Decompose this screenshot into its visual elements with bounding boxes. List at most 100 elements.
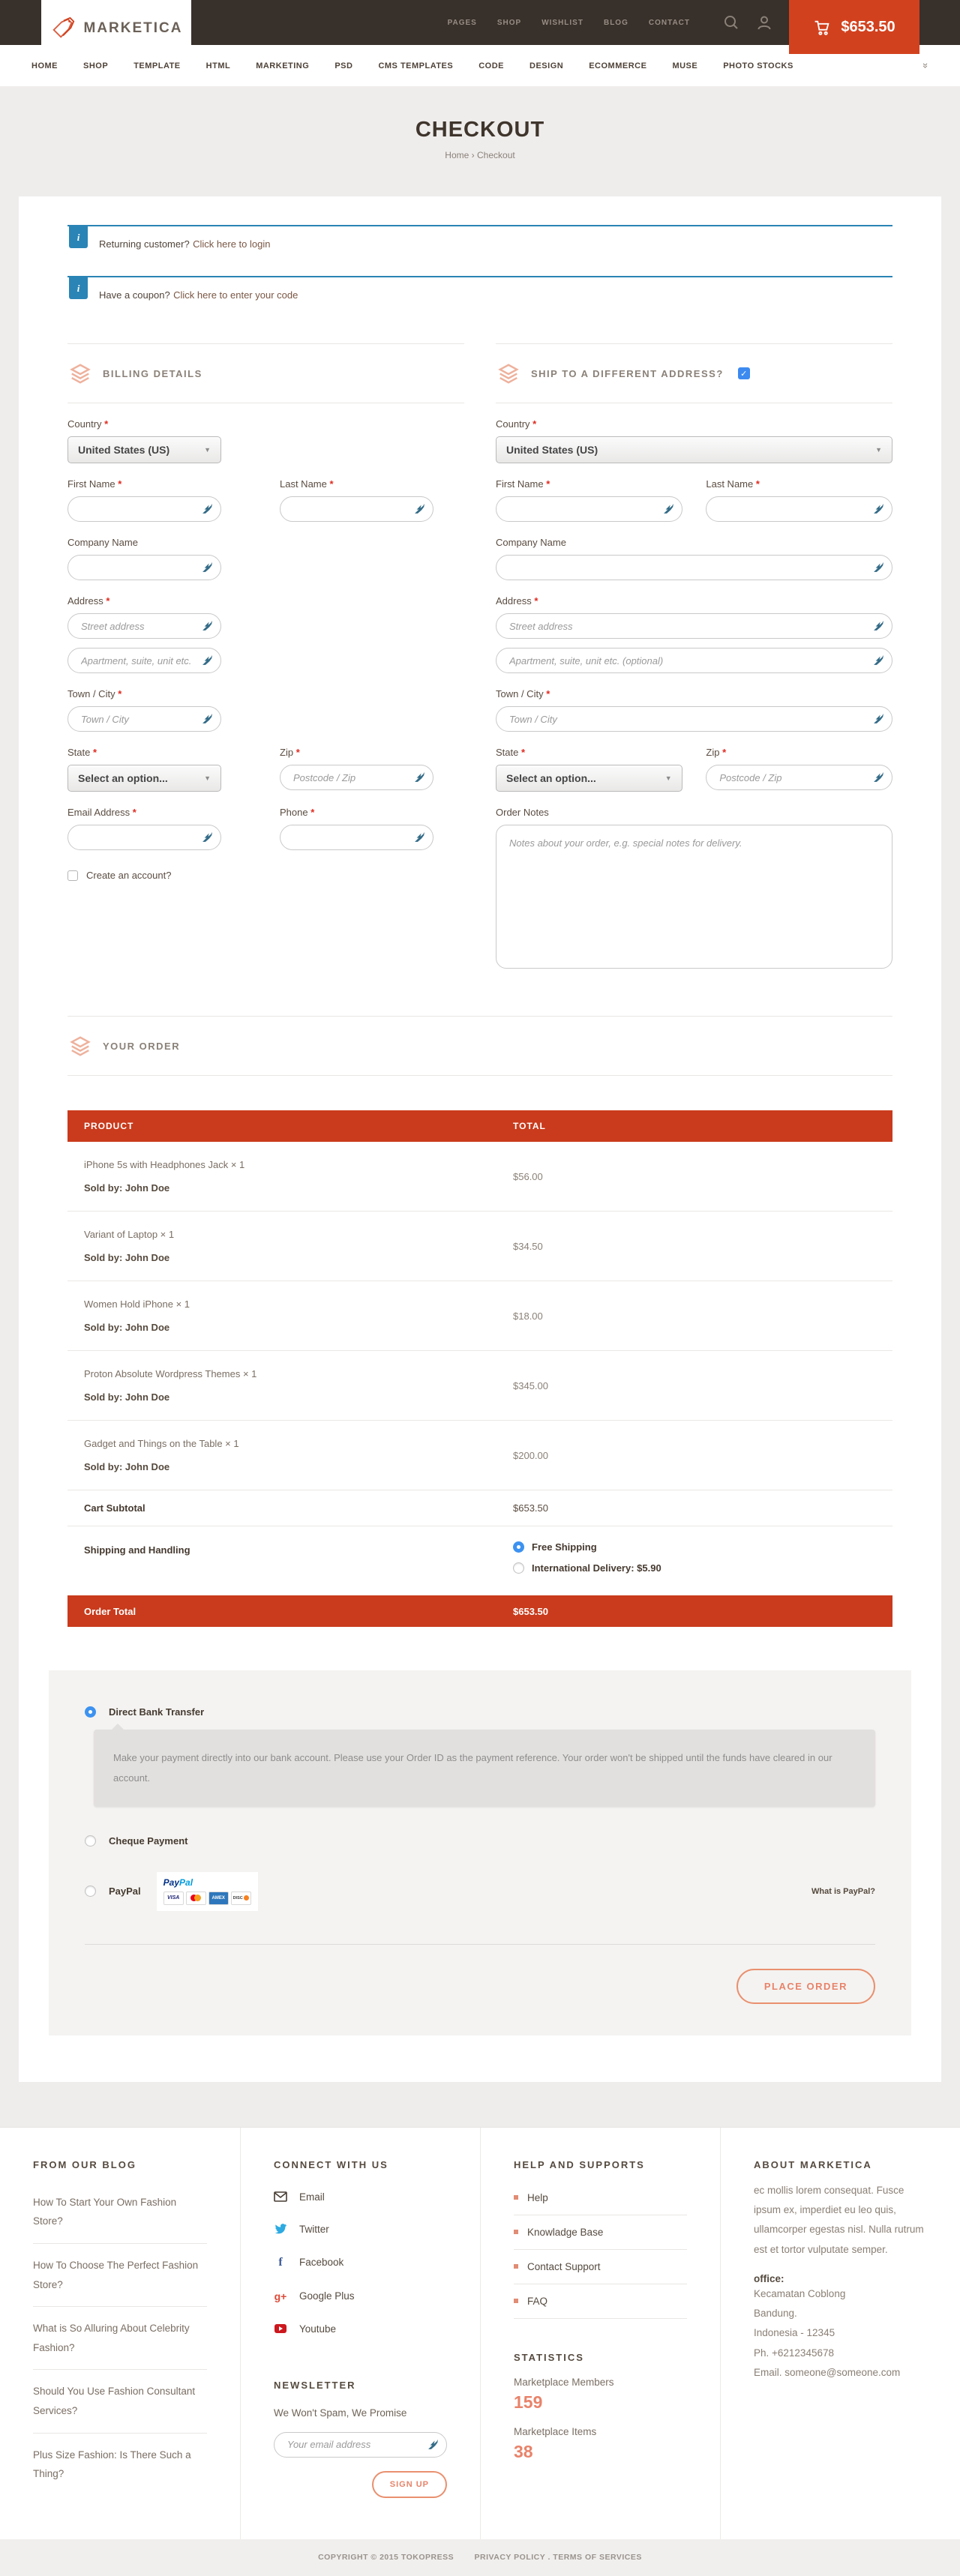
- shipping-country-select[interactable]: United States (US)▼: [496, 436, 892, 463]
- billing-town-input[interactable]: [68, 706, 221, 732]
- shipping-apartment-input[interactable]: [496, 648, 892, 673]
- office-address-line: Bandung.: [754, 2304, 927, 2323]
- blog-link[interactable]: What is So Alluring About Celebrity Fash…: [33, 2307, 207, 2370]
- what-is-paypal-link[interactable]: What is PayPal?: [812, 1887, 875, 1896]
- password-manager-icon[interactable]: [202, 831, 213, 843]
- billing-apartment-input[interactable]: [68, 648, 221, 673]
- nav-shop[interactable]: SHOP: [83, 61, 108, 70]
- shipping-street-input[interactable]: [496, 613, 892, 639]
- top-nav-contact[interactable]: CONTACT: [649, 19, 690, 27]
- nav-marketing[interactable]: MARKETING: [256, 61, 309, 70]
- nav-home[interactable]: HOME: [32, 61, 58, 70]
- facebook-icon: f: [274, 2256, 287, 2269]
- billing-zip-input[interactable]: [280, 765, 434, 790]
- free-shipping-radio[interactable]: Free Shipping: [513, 1541, 892, 1553]
- password-manager-icon[interactable]: [873, 620, 884, 631]
- product-name[interactable]: Proton Absolute Wordpress Themes × 1: [84, 1368, 513, 1379]
- nav-more-chevron-icon[interactable]: »: [920, 63, 932, 68]
- nav-html[interactable]: HTML: [206, 61, 231, 70]
- blog-link[interactable]: Plus Size Fashion: Is There Such a Thing…: [33, 2434, 207, 2496]
- top-nav-wishlist[interactable]: WISHLIST: [542, 19, 584, 27]
- billing-first-name-input[interactable]: [68, 496, 221, 522]
- order-notes-textarea[interactable]: [496, 825, 892, 969]
- create-account-checkbox[interactable]: Create an account?: [68, 870, 464, 881]
- billing-email-input[interactable]: [68, 825, 221, 850]
- select-arrow-icon: ▼: [875, 446, 882, 454]
- billing-state-select[interactable]: Select an option...▼: [68, 765, 221, 792]
- radio-unselected-icon[interactable]: [85, 1886, 96, 1897]
- nav-photo-stocks[interactable]: PHOTO STOCKS: [723, 61, 794, 70]
- help-link[interactable]: Help: [514, 2181, 687, 2215]
- account-icon[interactable]: [756, 14, 772, 31]
- cheque-payment-radio[interactable]: Cheque Payment: [85, 1835, 875, 1847]
- nav-psd[interactable]: PSD: [334, 61, 352, 70]
- logo[interactable]: MARKETICA: [41, 0, 191, 56]
- nav-ecommerce[interactable]: ECOMMERCE: [589, 61, 646, 70]
- password-manager-icon[interactable]: [202, 713, 213, 724]
- search-icon[interactable]: [723, 14, 740, 31]
- breadcrumb-home[interactable]: Home: [445, 150, 469, 160]
- shipping-last-name-input[interactable]: [706, 496, 892, 522]
- billing-country-select[interactable]: United States (US)▼: [68, 436, 221, 463]
- top-nav-shop[interactable]: SHOP: [497, 19, 521, 27]
- shipping-company-input[interactable]: [496, 555, 892, 580]
- contact-support-link[interactable]: Contact Support: [514, 2250, 687, 2284]
- product-seller: Sold by: John Doe: [84, 1322, 513, 1333]
- password-manager-icon[interactable]: [202, 562, 213, 573]
- billing-last-name-input[interactable]: [280, 496, 434, 522]
- password-manager-icon[interactable]: [414, 771, 425, 783]
- shipping-town-input[interactable]: [496, 706, 892, 732]
- password-manager-icon[interactable]: [873, 654, 884, 666]
- password-manager-icon[interactable]: [663, 503, 674, 514]
- product-name[interactable]: Gadget and Things on the Table × 1: [84, 1438, 513, 1449]
- blog-link[interactable]: How To Start Your Own Fashion Store?: [33, 2181, 207, 2244]
- shipping-zip-input[interactable]: [706, 765, 892, 790]
- password-manager-icon[interactable]: [202, 620, 213, 631]
- password-manager-icon[interactable]: [873, 503, 884, 514]
- nav-code[interactable]: CODE: [478, 61, 504, 70]
- password-manager-icon[interactable]: [202, 654, 213, 666]
- blog-link[interactable]: Should You Use Fashion Consultant Servic…: [33, 2370, 207, 2433]
- bank-transfer-radio[interactable]: Direct Bank Transfer: [85, 1706, 875, 1718]
- password-manager-icon[interactable]: [414, 503, 425, 514]
- twitter-link[interactable]: Twitter: [274, 2213, 447, 2245]
- nav-muse[interactable]: MUSE: [672, 61, 698, 70]
- top-nav-blog[interactable]: BLOG: [604, 19, 628, 27]
- product-name[interactable]: iPhone 5s with Headphones Jack × 1: [84, 1159, 513, 1170]
- international-delivery-radio[interactable]: International Delivery: $5.90: [513, 1562, 892, 1574]
- coupon-link[interactable]: Click here to enter your code: [173, 289, 298, 301]
- password-manager-icon[interactable]: [873, 562, 884, 573]
- youtube-link[interactable]: Youtube: [274, 2313, 447, 2345]
- billing-phone-input[interactable]: [280, 825, 434, 850]
- email-link[interactable]: Email: [274, 2181, 447, 2213]
- login-link[interactable]: Click here to login: [193, 238, 270, 250]
- product-name[interactable]: Variant of Laptop × 1: [84, 1229, 513, 1240]
- nav-template[interactable]: TEMPLATE: [134, 61, 180, 70]
- password-manager-icon[interactable]: [873, 771, 884, 783]
- password-manager-icon[interactable]: [202, 503, 213, 514]
- billing-company-input[interactable]: [68, 555, 221, 580]
- top-nav-pages[interactable]: PAGES: [448, 19, 477, 27]
- shipping-first-name-input[interactable]: [496, 496, 682, 522]
- signup-button[interactable]: SIGN UP: [372, 2471, 447, 2498]
- legal-links[interactable]: PRIVACY POLICY . TERMS OF SERVICES: [475, 2553, 642, 2562]
- blog-link[interactable]: How To Choose The Perfect Fashion Store?: [33, 2244, 207, 2307]
- facebook-link[interactable]: f Facebook: [274, 2245, 447, 2280]
- google-plus-link[interactable]: g+ Google Plus: [274, 2280, 447, 2313]
- product-name[interactable]: Women Hold iPhone × 1: [84, 1298, 513, 1310]
- password-manager-icon[interactable]: [873, 713, 884, 724]
- newsletter-email-input[interactable]: [274, 2432, 447, 2458]
- billing-street-input[interactable]: [68, 613, 221, 639]
- nav-design[interactable]: DESIGN: [530, 61, 563, 70]
- cart-button[interactable]: $653.50: [789, 0, 920, 54]
- nav-cms-templates[interactable]: CMS TEMPLATES: [378, 61, 453, 70]
- password-manager-icon[interactable]: [414, 831, 425, 843]
- ship-different-checkbox[interactable]: ✓: [738, 367, 750, 379]
- shipping-state-select[interactable]: Select an option...▼: [496, 765, 682, 792]
- knowledge-base-link[interactable]: Knowladge Base: [514, 2215, 687, 2250]
- place-order-button[interactable]: PLACE ORDER: [736, 1969, 875, 2004]
- password-manager-icon[interactable]: [428, 2439, 439, 2450]
- billing-state-label: State *: [68, 747, 221, 758]
- billing-last-name-label: Last Name *: [280, 478, 434, 490]
- faq-link[interactable]: FAQ: [514, 2284, 687, 2319]
